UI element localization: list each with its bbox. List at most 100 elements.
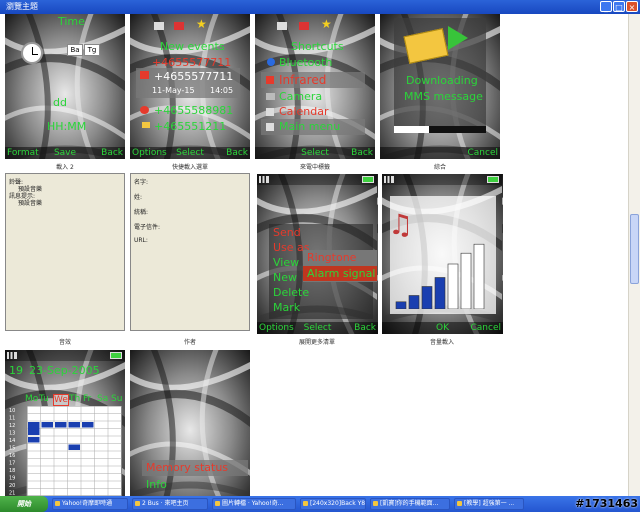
shortcut-main-menu[interactable]: Main menu	[279, 120, 340, 133]
weekday-th[interactable]: Th	[69, 394, 80, 404]
signal-icon	[384, 176, 394, 183]
envelope-icon	[299, 22, 309, 30]
phone-message[interactable]: Downloading MMS message Cancel	[380, 14, 500, 159]
shortcut-calendar[interactable]: Calendar	[279, 105, 328, 118]
taskbar-item-converter[interactable]: 圖片轉檔 · Yahoo!奇...	[212, 498, 296, 510]
clock-button-1[interactable]: Ba	[67, 44, 83, 56]
softkey-right[interactable]: Cancel	[471, 322, 502, 334]
events-title: New events	[160, 40, 225, 53]
theme-preview-area: Time Ba Tg dd HH:MM Format Save Back 載入 …	[0, 14, 628, 496]
phone-volume[interactable]: ♫ OK Cancel	[382, 174, 503, 334]
taskbar-item-messenger[interactable]: Yahoo!奇摩即時通	[52, 498, 128, 510]
weekday-sa[interactable]: Sa	[97, 394, 108, 404]
caption-sound: 音效	[58, 339, 71, 346]
phone-standby[interactable]: Time Ba Tg dd HH:MM Format Save Back	[5, 14, 125, 159]
volume-bars	[395, 243, 485, 309]
caption-events: 快捷載入選單	[171, 164, 208, 171]
signal-icon	[259, 176, 269, 183]
calendar-appointment[interactable]	[28, 422, 40, 435]
weekday-tu[interactable]: Tu	[39, 394, 49, 404]
author-email-label: 電子信件:	[134, 224, 161, 231]
calendar-appointment[interactable]	[68, 422, 81, 428]
caption-menu: 展開更多清單	[298, 339, 335, 346]
calendar-appointment[interactable]	[55, 422, 67, 428]
menu-item-delete[interactable]: Delete	[273, 286, 309, 299]
event-date: 11-May-15	[152, 86, 195, 95]
memory-status-item[interactable]: Memory status	[146, 461, 228, 474]
vertical-scrollbar[interactable]	[628, 14, 640, 496]
taskbar-item-theme-240[interactable]: [240x320]Back Y8 ...	[300, 498, 366, 510]
memory-info-item[interactable]: Info	[146, 478, 167, 491]
status-bar	[257, 174, 377, 185]
softkey-right[interactable]: Back	[101, 147, 123, 159]
phone-shortcuts[interactable]: ★ Shortcuts Bluetooth Infrared Camera Ca…	[255, 14, 375, 159]
weekday-mo[interactable]: Mo	[25, 394, 38, 404]
caption-shortcuts: 來電中標籤	[299, 164, 330, 171]
weekday-fr[interactable]: Fr	[83, 394, 91, 404]
author-nickname-label: 統稱:	[134, 209, 149, 216]
close-button[interactable]: ×	[626, 1, 638, 12]
event-number-3[interactable]: +4655588981	[154, 104, 233, 117]
softkey-right[interactable]: Back	[354, 322, 376, 334]
softkey-right[interactable]: Cancel	[468, 147, 499, 159]
calendar-hour-label: 11	[9, 416, 15, 422]
sound-message-value: 預設音樂	[18, 200, 43, 207]
window-title: 瀏覽主題	[6, 2, 38, 11]
download-line-2: MMS message	[404, 90, 483, 103]
phone-events[interactable]: ★ New events +4655577711 +4655577711 11-…	[130, 14, 250, 159]
shortcut-camera[interactable]: Camera	[279, 90, 322, 103]
battery-icon	[362, 176, 374, 183]
taskbar-item-bus[interactable]: 2 Bus · 來吧主页	[132, 498, 208, 510]
menu-item-send[interactable]: Send	[273, 226, 301, 239]
time-format-label: HH:MM	[47, 120, 87, 133]
event-number-4[interactable]: +465551211	[154, 120, 226, 133]
calendar-hour-label: 19	[9, 476, 15, 482]
minimize-button[interactable]: _	[600, 1, 612, 12]
menu-item-new[interactable]: New	[273, 271, 297, 284]
date-format-label: dd	[53, 96, 67, 109]
calendar-icon	[266, 108, 274, 116]
event-number-2: +4655577711	[154, 70, 234, 83]
calendar-appointment[interactable]	[28, 437, 40, 443]
calendar-appointment[interactable]	[68, 444, 81, 451]
menu-item-view[interactable]: View	[273, 256, 299, 269]
calendar-appointment[interactable]	[82, 422, 94, 428]
wallpaper	[5, 14, 125, 159]
shortcut-infrared[interactable]: Infrared	[279, 73, 326, 87]
menu-item-mark[interactable]: Mark	[273, 301, 300, 314]
event-time: 14:05	[210, 86, 234, 95]
menu-icon	[266, 123, 274, 131]
clock-button-2[interactable]: Tg	[84, 44, 100, 56]
taskbar: 開始 Yahoo!奇摩即時通 2 Bus · 來吧主页 圖片轉檔 · Yahoo…	[0, 496, 640, 512]
caption-volume: 音量載入	[429, 339, 454, 346]
taskbar-item-tutorial[interactable]: [教學] 超強第一 ...	[454, 498, 524, 510]
shortcut-bluetooth[interactable]: Bluetooth	[279, 56, 332, 69]
phone-memory[interactable]: Memory status Info	[130, 350, 250, 496]
signal-icon	[7, 352, 17, 359]
message-icon	[142, 122, 150, 128]
phone-calendar[interactable]: 19 23-Sep-2005 Mo Tu We Th Fr Sa Su 10 11…	[5, 350, 125, 496]
softkey-right[interactable]: Back	[351, 147, 373, 159]
softkey-right[interactable]: Back	[226, 147, 248, 159]
calendar-appointment[interactable]	[41, 422, 54, 428]
caption-message: 綜合	[433, 164, 446, 171]
phone-menu[interactable]: Send Use as View New Delete Mark Rington…	[257, 174, 378, 334]
taskbar-item-phone-theme[interactable]: [凱寶]你的手機範面...	[370, 498, 450, 510]
clock-icon	[21, 42, 43, 64]
volume-bar	[421, 286, 433, 309]
calendar-week-grid[interactable]: 101112131415161718192021	[5, 406, 125, 496]
star-icon: ★	[321, 17, 332, 31]
submenu-item-alarm-signal[interactable]: Alarm signal	[307, 267, 375, 280]
scrollbar-thumb[interactable]	[630, 214, 639, 284]
weekday-we[interactable]: We	[53, 394, 69, 406]
volume-bar	[447, 263, 459, 309]
maximize-button[interactable]: □	[613, 1, 625, 12]
calendar-hour-label: 10	[9, 408, 15, 414]
caption-standby: 載入 2	[56, 164, 74, 171]
softkeys: Select Back	[255, 147, 375, 159]
start-button[interactable]: 開始	[0, 496, 48, 512]
time-label: Time	[58, 15, 85, 28]
weekday-su[interactable]: Su	[111, 394, 122, 404]
submenu-item-ringtone[interactable]: Ringtone	[307, 251, 356, 264]
calendar-hour-label: 17	[9, 461, 15, 467]
